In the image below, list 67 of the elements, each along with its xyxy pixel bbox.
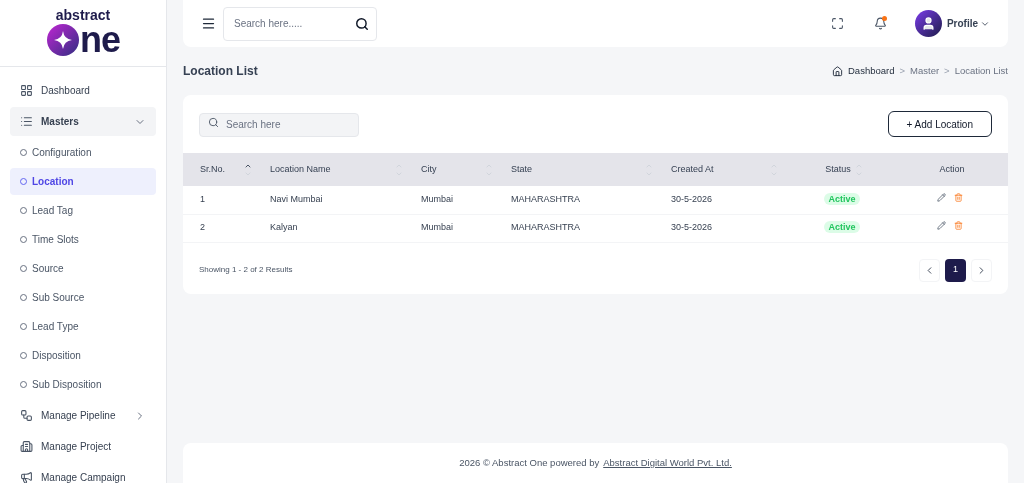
- logo-text: ne: [79, 22, 121, 58]
- breadcrumb-link[interactable]: Master: [910, 63, 940, 79]
- table-cell: 30-5-2026: [667, 186, 792, 214]
- separator-text: >: [944, 63, 950, 78]
- list-icon: [20, 115, 33, 128]
- sidebar-item[interactable]: Masters: [10, 107, 156, 136]
- column-header: Sr.No.: [200, 162, 225, 176]
- column-header: State: [511, 162, 532, 176]
- sidebar-item[interactable]: Manage Pipeline: [10, 401, 156, 430]
- table-cell: Navi Mumbai: [266, 186, 417, 214]
- column-header: Location Name: [270, 162, 331, 176]
- page-title: Location List: [183, 63, 258, 80]
- table-cell: 30-5-2026: [667, 214, 792, 242]
- submenu-item[interactable]: Configuration: [10, 139, 156, 166]
- copyright-text: 2026 © Abstract One powered by: [459, 455, 600, 470]
- table-cell: MAHARASHTRA: [507, 214, 667, 242]
- table-cell: Mumbai: [417, 214, 507, 242]
- search-icon[interactable]: [355, 16, 369, 31]
- bell-icon[interactable]: [873, 17, 887, 30]
- home-icon[interactable]: [832, 65, 843, 77]
- search-icon: [208, 117, 219, 129]
- status-badge: Active: [824, 221, 860, 234]
- edit-icon[interactable]: [937, 193, 946, 202]
- fullscreen-icon[interactable]: [830, 17, 844, 30]
- menu-icon[interactable]: [201, 16, 216, 31]
- trash-icon[interactable]: [954, 221, 963, 231]
- column-header: Action: [939, 162, 965, 176]
- table-cell: 1: [183, 186, 266, 214]
- next-page-button[interactable]: [971, 258, 992, 282]
- sidebar-item[interactable]: Manage Campaign: [10, 463, 156, 483]
- branch-icon: [20, 409, 33, 422]
- logo-top-text: abstract: [55, 8, 111, 22]
- table-cell: MAHARASHTRA: [507, 186, 667, 214]
- table-cell: 2: [183, 214, 266, 242]
- submenu-item[interactable]: Time Slots: [10, 226, 156, 253]
- page-button[interactable]: 1: [945, 258, 966, 282]
- column-header: Created At: [671, 162, 714, 176]
- submenu-item[interactable]: Lead Type: [10, 313, 156, 340]
- submenu-item[interactable]: Location: [10, 168, 156, 195]
- megaphone-icon: [20, 471, 33, 483]
- column-header: City: [421, 162, 437, 176]
- submenu-item[interactable]: Sub Disposition: [10, 371, 156, 398]
- breadcrumb-link[interactable]: Dashboard: [848, 63, 895, 79]
- profile-button[interactable]: Profile: [946, 16, 990, 31]
- building-icon: [20, 440, 33, 453]
- submenu-item[interactable]: Source: [10, 255, 156, 282]
- avatar-icon[interactable]: [914, 10, 942, 37]
- add-location-button[interactable]: + Add Location: [887, 111, 992, 137]
- search-field[interactable]: Search here.....: [223, 6, 377, 41]
- edit-icon[interactable]: [937, 221, 946, 231]
- sidebar-item[interactable]: Manage Project: [10, 432, 156, 461]
- sidebar-item[interactable]: Dashboard: [10, 76, 156, 105]
- column-header: Status: [825, 162, 851, 176]
- trash-icon[interactable]: [954, 193, 963, 202]
- previous-page-button[interactable]: [919, 258, 940, 282]
- table-cell: Kalyan: [266, 214, 417, 242]
- table-cell: Mumbai: [417, 186, 507, 214]
- grid-icon: [20, 84, 33, 97]
- submenu-item[interactable]: Lead Tag: [10, 197, 156, 224]
- separator-text: >: [899, 63, 906, 78]
- submenu-item[interactable]: Disposition: [10, 342, 156, 369]
- status-badge: Active: [824, 193, 860, 205]
- star-circle-logo-icon: [45, 23, 80, 57]
- company-link[interactable]: Abstract Digital World Pvt. Ltd.: [603, 455, 732, 471]
- results-summary: Showing 1 - 2 of 2 Results: [199, 264, 293, 276]
- search-field[interactable]: Search here: [199, 112, 359, 137]
- submenu-item[interactable]: Sub Source: [10, 284, 156, 311]
